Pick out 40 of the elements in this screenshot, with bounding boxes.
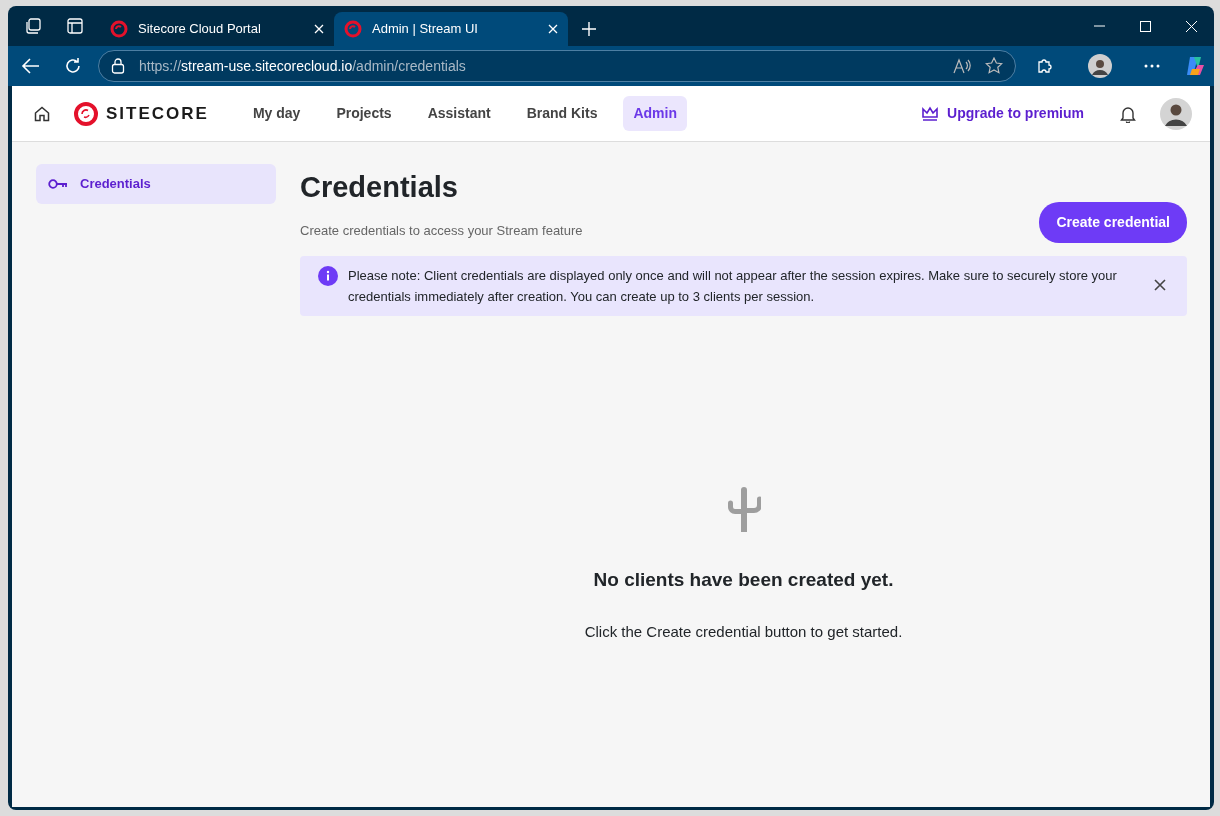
page-title: Credentials	[300, 170, 459, 205]
cactus-icon	[726, 486, 761, 533]
key-icon	[48, 177, 68, 190]
logo-text: SITECORE	[106, 102, 209, 125]
address-bar[interactable]: https://stream-use.sitecorecloud.io/admin/credentials	[98, 50, 1016, 82]
nav-tab[interactable]: Assistant	[417, 96, 501, 131]
info-icon	[318, 266, 338, 287]
new-tab-icon[interactable]	[582, 22, 596, 36]
crown-icon	[921, 105, 940, 122]
close-icon[interactable]	[1154, 279, 1166, 292]
puzzle-icon[interactable]	[1036, 57, 1054, 75]
copilot-icon[interactable]	[1184, 55, 1206, 77]
empty-state-text: Click the Create credential button to get started.	[583, 621, 904, 642]
create-credential-button[interactable]: Create credential	[1039, 202, 1187, 244]
empty-state-title: No clients have been created yet.	[592, 568, 895, 593]
sidebar-item[interactable]: Credentials	[36, 164, 276, 204]
more-icon[interactable]	[1144, 64, 1160, 68]
browser-tab[interactable]: Sitecore Cloud Portal	[100, 12, 334, 46]
nav-tab[interactable]: Admin	[623, 96, 687, 131]
user-avatar[interactable]	[1160, 97, 1192, 130]
logo-icon	[74, 101, 98, 126]
nav-tab[interactable]: Brand Kits	[516, 96, 608, 131]
browser-tab[interactable]: Admin | Stream UI	[334, 12, 568, 46]
workspaces-icon[interactable]	[24, 17, 42, 35]
profile-avatar[interactable]	[1088, 54, 1112, 78]
maximize-icon[interactable]	[1139, 20, 1151, 32]
alert-text: Please note: Client credentials are displayed only once and will not appear after the session expires. Make sure to securely store your credentials immediately after creation. You can create up to 3 clients per session.	[348, 267, 1118, 307]
nav-tab[interactable]: Projects	[326, 96, 402, 131]
upgrade-link[interactable]: Upgrade to premium	[921, 103, 1084, 124]
nav-tab[interactable]: My day	[242, 96, 311, 131]
site-icon	[344, 20, 362, 38]
site-icon	[110, 20, 128, 38]
home-icon[interactable]	[34, 105, 50, 122]
page-subtitle: Create credentials to access your Stream feature	[300, 221, 583, 240]
tab-actions-icon[interactable]	[67, 18, 83, 34]
read-aloud-icon[interactable]	[953, 58, 971, 74]
url-text: https://stream-use.sitecorecloud.io/admin/credentials	[139, 56, 466, 76]
bell-icon[interactable]	[1120, 104, 1136, 123]
star-icon[interactable]	[985, 57, 1003, 75]
lock-icon	[111, 58, 125, 74]
